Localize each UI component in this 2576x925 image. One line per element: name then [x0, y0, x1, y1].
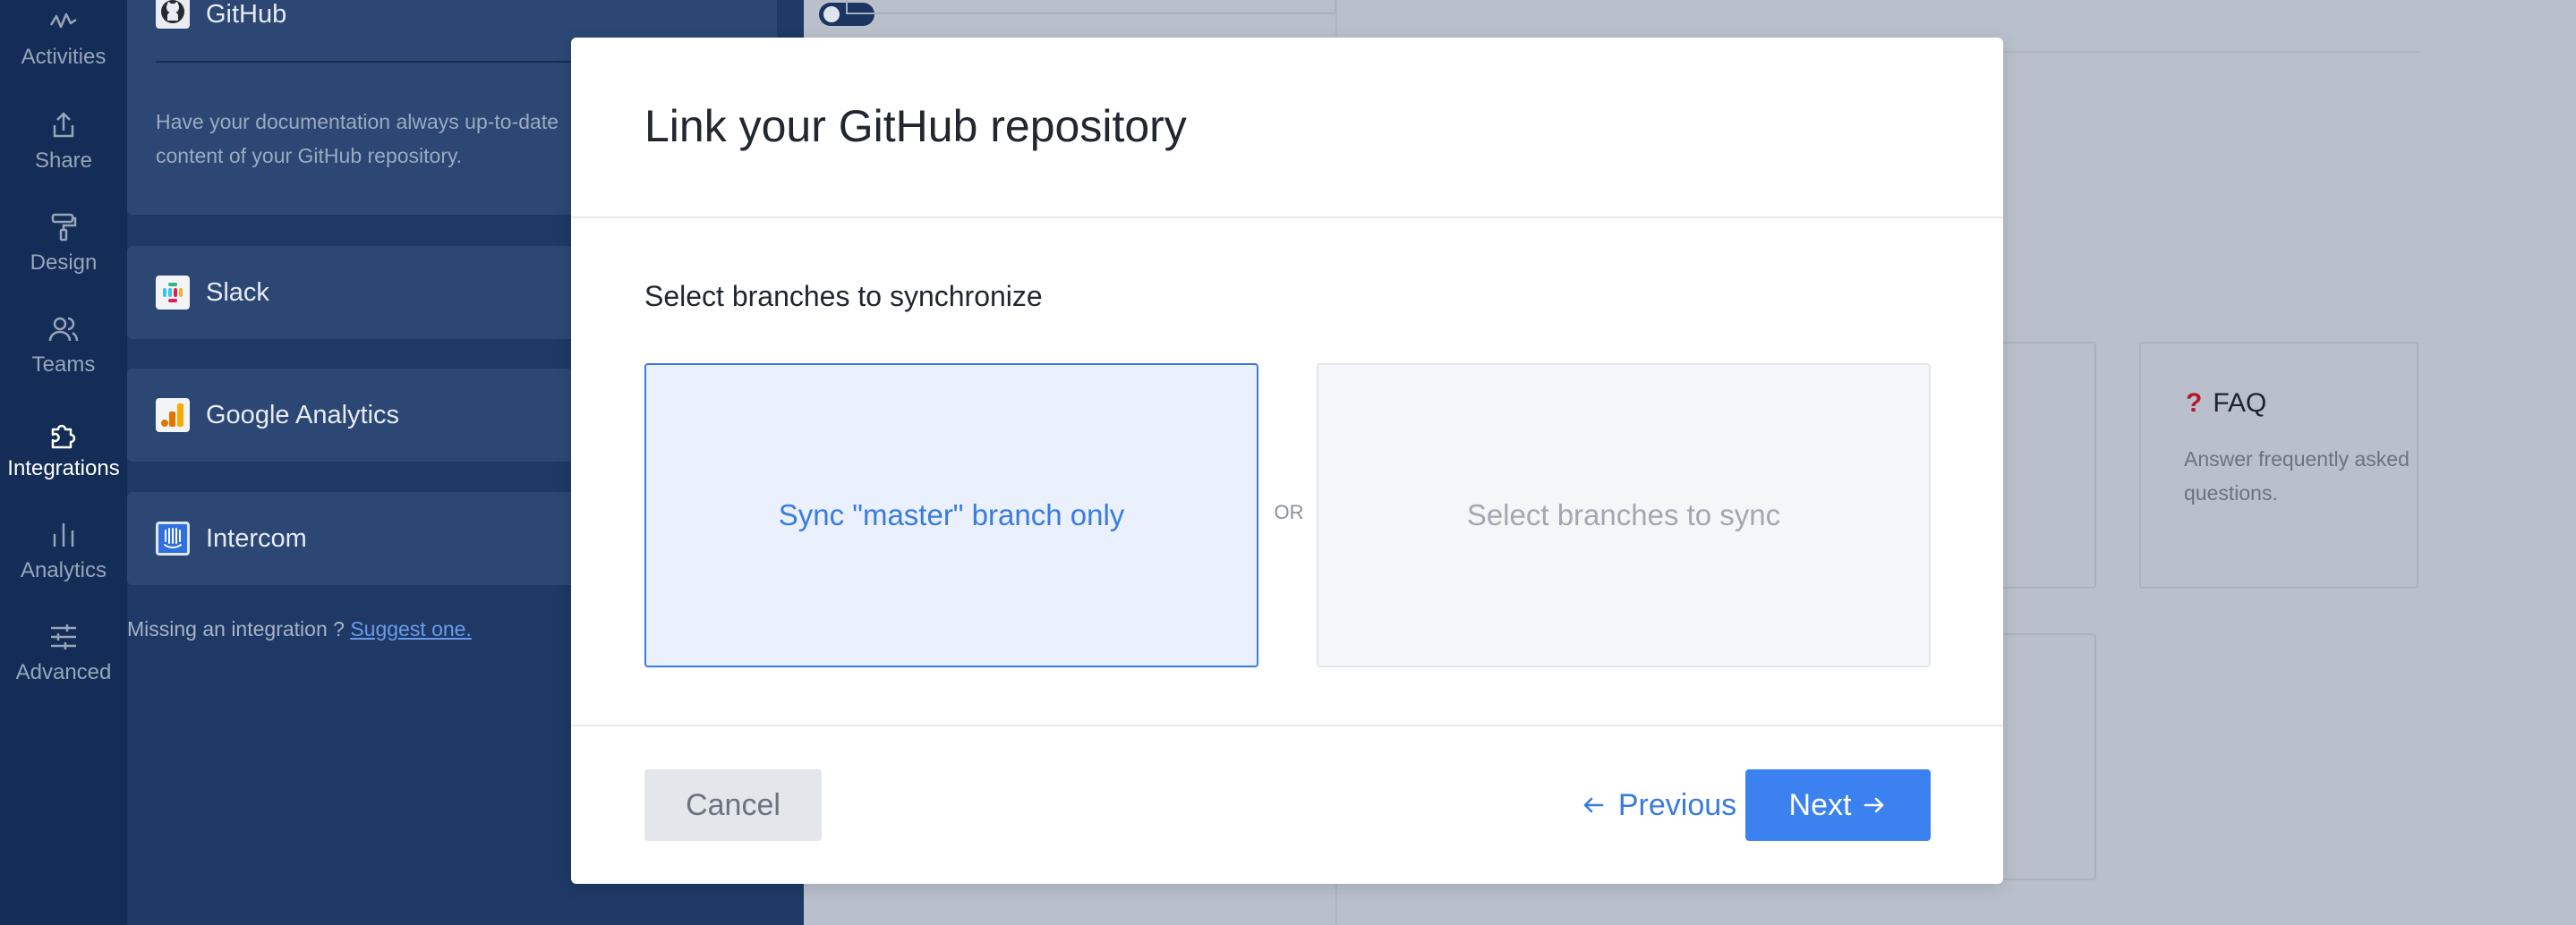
rail-label-integrations: Integrations [7, 456, 120, 480]
github-logo-icon [156, 0, 190, 29]
rail-item-advanced[interactable]: Advanced [0, 621, 127, 685]
github-description: Have your documentation always up-to-dat… [156, 110, 559, 167]
sliders-icon [51, 624, 76, 649]
users-icon [48, 317, 79, 342]
activity-icon [49, 13, 77, 29]
intercom-title: Intercom [206, 524, 307, 553]
previous-button[interactable]: Previous [1547, 769, 1770, 841]
arrow-left-icon [1583, 797, 1604, 813]
toggle-knob [823, 6, 840, 22]
next-label: Next [1788, 787, 1852, 822]
rail-item-integrations[interactable]: Integrations [0, 417, 127, 481]
faq-description: Answer frequently asked questions. [2184, 447, 2410, 505]
icon-rail: Activities Share Design Teams Integratio… [0, 0, 127, 925]
rail-item-teams[interactable]: Teams [0, 313, 127, 378]
slack-logo-icon [156, 276, 190, 310]
google-analytics-logo-icon [156, 398, 190, 432]
rail-label-analytics: Analytics [20, 558, 107, 582]
modal-footer-divider [571, 725, 2003, 726]
cancel-button[interactable]: Cancel [644, 769, 822, 841]
rail-label-advanced: Advanced [15, 660, 112, 684]
question-mark-icon: ? [2186, 388, 2203, 418]
intercom-logo-icon [156, 522, 190, 556]
background-input-box [846, 0, 1336, 14]
rail-item-analytics[interactable]: Analytics [0, 519, 127, 583]
modal-header-divider [571, 216, 2003, 218]
missing-integration-note: Missing an integration ? Suggest one. [127, 617, 472, 641]
missing-integration-text: Missing an integration ? [127, 617, 345, 641]
rail-label-design: Design [30, 250, 98, 275]
paint-roller-icon [51, 213, 77, 242]
google-analytics-title: Google Analytics [206, 401, 400, 429]
select-branches-label: Select branches to sync [1466, 498, 1781, 531]
cancel-label: Cancel [686, 787, 780, 822]
puzzle-icon [51, 424, 76, 449]
faq-title: ? FAQ [2186, 388, 2266, 419]
rail-item-share[interactable]: Share [0, 109, 127, 174]
link-github-modal: Link your GitHub repository Select branc… [571, 38, 2003, 884]
arrow-right-icon [1864, 797, 1884, 813]
modal-title: Link your GitHub repository [644, 101, 1187, 151]
next-button[interactable]: Next [1745, 769, 1931, 841]
github-title: GitHub [206, 0, 287, 29]
or-separator: OR [1274, 501, 1304, 523]
rail-label-teams: Teams [31, 352, 96, 377]
rail-item-activities[interactable]: Activities [0, 5, 127, 70]
suggest-integration-link[interactable]: Suggest one. [350, 617, 472, 641]
share-icon [53, 112, 74, 138]
sync-master-option[interactable]: Sync "master" branch only [644, 363, 1258, 667]
rail-label-activities: Activities [21, 45, 107, 69]
previous-label: Previous [1617, 787, 1737, 822]
sync-master-label: Sync "master" branch only [778, 498, 1125, 531]
modal-subtitle: Select branches to synchronize [644, 280, 1043, 312]
rail-item-design[interactable]: Design [0, 211, 127, 276]
bar-chart-icon [53, 522, 74, 547]
faq-title-text: FAQ [2213, 388, 2267, 418]
rail-label-share: Share [34, 149, 93, 173]
slack-title: Slack [206, 278, 269, 307]
select-branches-option[interactable]: Select branches to sync [1317, 363, 1931, 667]
